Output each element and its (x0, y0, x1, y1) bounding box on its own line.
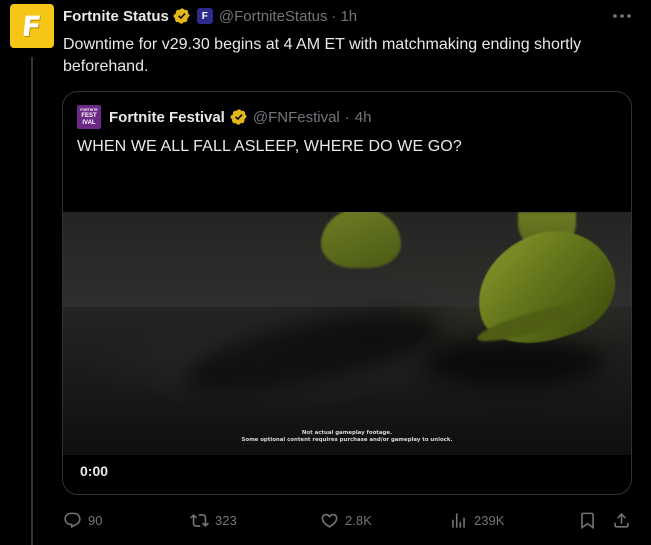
bookmark-icon (581, 512, 594, 529)
repost-count: 323 (215, 512, 237, 528)
reply-icon (64, 512, 81, 528)
video-player[interactable]: Not actual gameplay footage. Some option… (63, 212, 631, 455)
video-disclaimer: Not actual gameplay footage. Some option… (63, 430, 631, 444)
video-timecode: 0:00 (80, 463, 109, 479)
quoted-avatar-line: FEST (81, 112, 97, 119)
video-shadow (423, 337, 603, 387)
bookmark-button[interactable] (578, 510, 597, 530)
separator-dot: · (331, 7, 337, 25)
views-icon (452, 512, 465, 528)
quoted-timestamp: 4h (354, 108, 372, 126)
share-icon (614, 512, 629, 528)
handle[interactable]: @FortniteStatus (219, 8, 328, 25)
quoted-text: WHEN WE ALL FALL ASLEEP, WHERE DO WE GO? (77, 138, 462, 155)
repost-button[interactable]: 323 (190, 510, 237, 530)
quoted-display-name: Fortnite Festival (109, 108, 225, 126)
quoted-handle: @FNFestival (252, 108, 340, 126)
video-shoe-left (321, 212, 401, 268)
avatar[interactable]: F (10, 4, 54, 48)
like-button[interactable]: 2.8K (320, 510, 372, 530)
post-header: Fortnite Status F @FortniteStatus · 1h (63, 5, 357, 27)
share-button[interactable] (612, 510, 631, 530)
affiliate-badge[interactable]: F (196, 8, 213, 24)
verified-icon (230, 108, 248, 126)
verified-icon[interactable] (173, 7, 191, 25)
more-icon[interactable] (611, 8, 633, 24)
post-text: Downtime for v29.30 begins at 4 AM ET wi… (63, 36, 582, 75)
repost-icon (190, 513, 209, 527)
quoted-avatar: FORTNITE FEST IVAL (77, 105, 101, 129)
quoted-post[interactable]: FORTNITE FEST IVAL Fortnite Festival @FN… (62, 91, 632, 495)
avatar-logo: F (20, 9, 44, 43)
timestamp[interactable]: 1h (340, 8, 357, 25)
video-shadow (179, 295, 447, 409)
thread-connector-line (31, 57, 33, 545)
quoted-avatar-line: IVAL (82, 119, 96, 126)
reply-count: 90 (88, 512, 103, 528)
reply-button[interactable]: 90 (63, 510, 102, 530)
display-name[interactable]: Fortnite Status (63, 8, 169, 25)
like-count: 2.8K (345, 512, 372, 528)
disclaimer-line: Not actual gameplay footage. (301, 430, 393, 436)
separator-dot: · (344, 108, 350, 126)
disclaimer-line: Some optional content requires purchase … (241, 437, 453, 443)
like-icon (321, 513, 338, 528)
action-bar: 90 323 2.8K 239K (63, 510, 635, 530)
quoted-header: FORTNITE FEST IVAL Fortnite Festival @FN… (77, 104, 371, 130)
views-count: 239K (474, 512, 505, 528)
views-button[interactable]: 239K (449, 510, 504, 530)
